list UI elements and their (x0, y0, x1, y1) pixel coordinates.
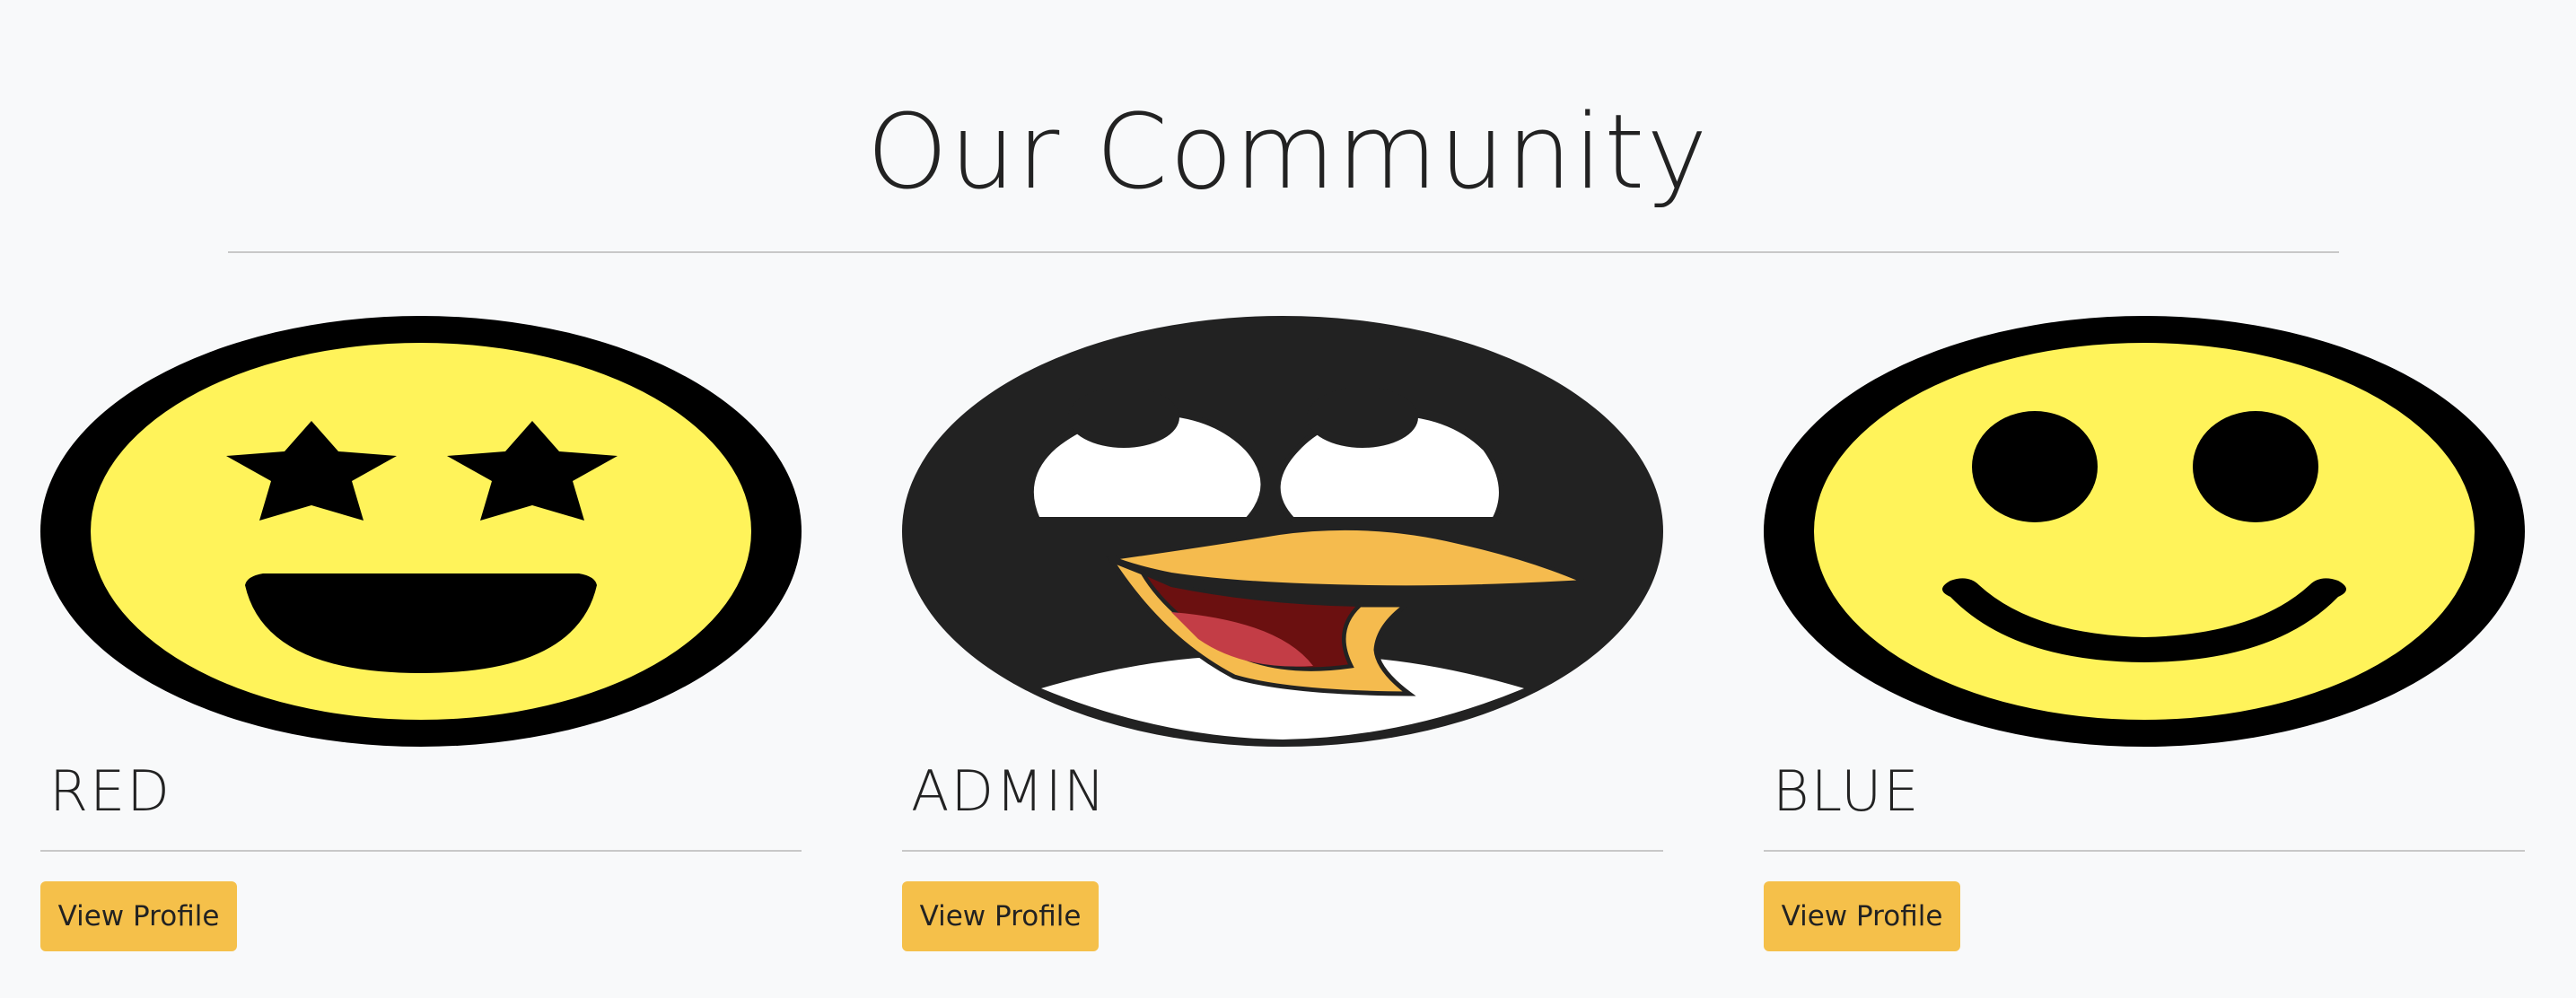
title-divider (228, 251, 2339, 253)
member-card-red: RED View Profile (40, 316, 802, 953)
page-title: Our Community (866, 92, 1710, 213)
member-name: BLUE (1773, 758, 1921, 824)
card-divider (40, 850, 802, 852)
member-name: RED (49, 758, 171, 824)
smiley-face-icon[interactable] (1764, 316, 2525, 747)
card-divider (902, 850, 1663, 852)
view-profile-button[interactable]: View Profile (40, 881, 237, 951)
card-divider (1764, 850, 2525, 852)
member-card-admin: ADMIN View Profile (902, 316, 1663, 953)
view-profile-button[interactable]: View Profile (902, 881, 1099, 951)
star-eyes-smiley-icon[interactable] (40, 316, 802, 747)
member-card-blue: BLUE View Profile (1764, 316, 2525, 953)
penguin-face-icon[interactable] (902, 316, 1663, 747)
view-profile-button[interactable]: View Profile (1764, 881, 1960, 951)
member-name: ADMIN (911, 758, 1108, 824)
